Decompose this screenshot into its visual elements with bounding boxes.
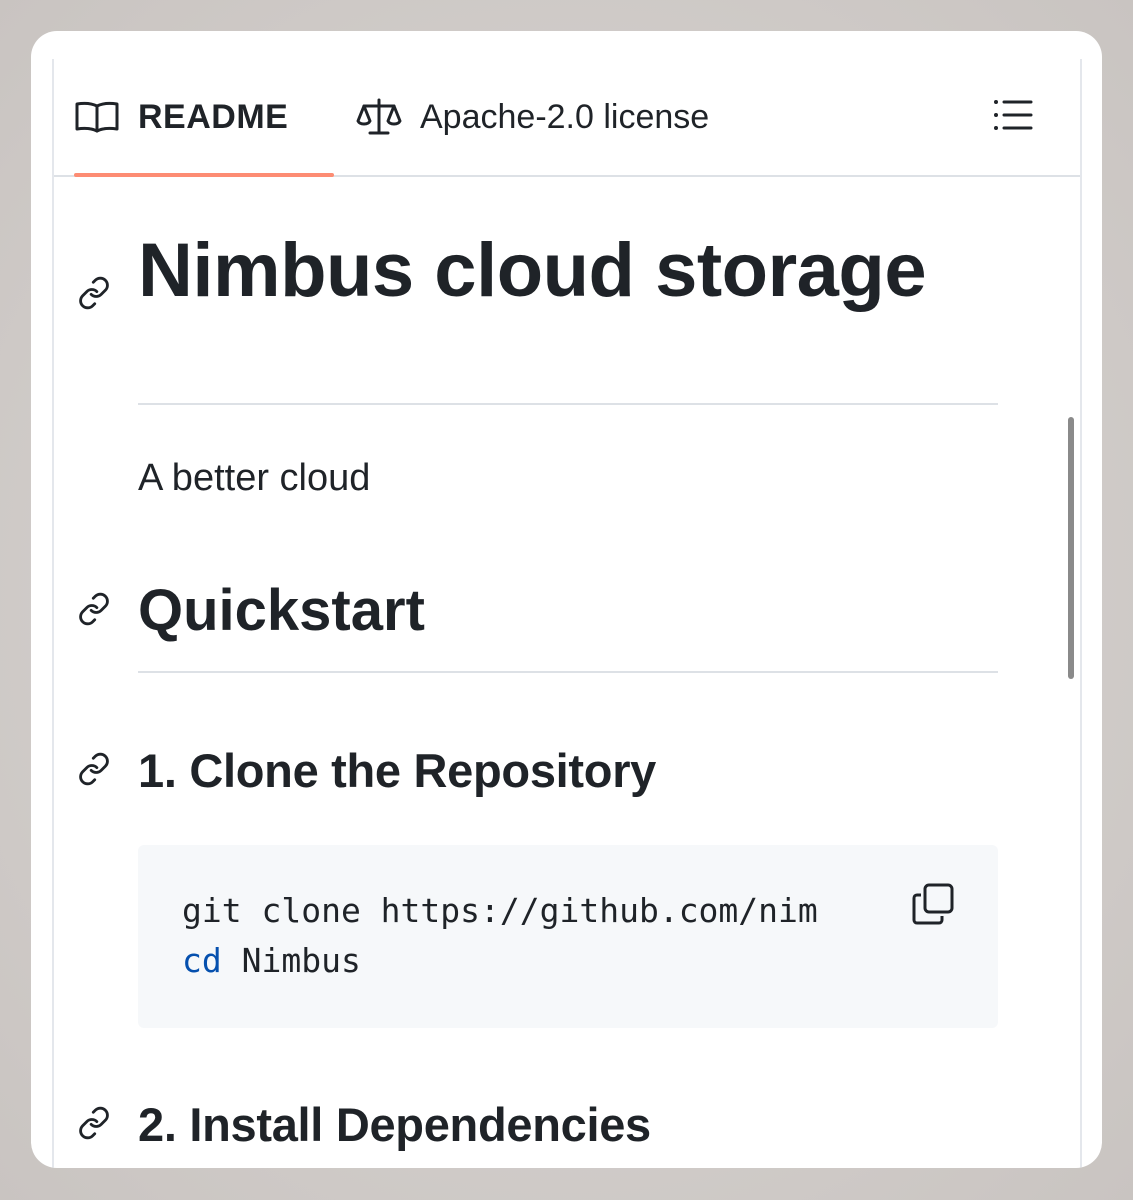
clone-code-block[interactable]: git clone https://github.com/nim cd Nimb… [138,845,998,1028]
title-divider [138,403,998,405]
scrollbar-thumb[interactable] [1068,417,1074,679]
page-title: Nimbus cloud storage [138,228,927,313]
book-icon [74,97,120,137]
readme-panel: README Apache-2.0 license Nimbus cloud s… [52,59,1082,1168]
copy-button[interactable] [908,881,958,931]
install-heading: 2. Install Dependencies [138,1098,651,1151]
link-icon [77,592,111,631]
tagline: A better cloud [138,457,371,499]
readme-card: README Apache-2.0 license Nimbus cloud s… [31,31,1102,1168]
tab-license-label: Apache-2.0 license [420,97,710,136]
link-icon [77,1106,111,1145]
tab-bar: README Apache-2.0 license [54,59,1080,177]
copy-icon [912,883,954,930]
install-anchor-link[interactable] [74,1105,114,1145]
quickstart-anchor-link[interactable] [74,591,114,631]
code-text: Nimbus [221,941,361,980]
link-icon [77,752,111,791]
clone-anchor-link[interactable] [74,751,114,791]
quickstart-heading: Quickstart [138,578,425,643]
clone-heading: 1. Clone the Repository [138,744,657,797]
readme-content: Nimbus cloud storage A better cloud Quic… [54,177,1080,1168]
code-line: cd Nimbus [182,941,882,980]
list-icon [993,98,1033,137]
scale-icon [356,97,402,137]
code-keyword: cd [182,941,222,980]
title-anchor-link[interactable] [74,275,114,315]
code-line: git clone https://github.com/nim [182,891,818,930]
tab-readme[interactable]: README [74,59,334,177]
tab-readme-label: README [138,97,289,136]
tab-license[interactable]: Apache-2.0 license [356,59,776,175]
outline-button[interactable] [989,95,1037,139]
quickstart-divider [138,671,998,673]
link-icon [77,276,111,315]
